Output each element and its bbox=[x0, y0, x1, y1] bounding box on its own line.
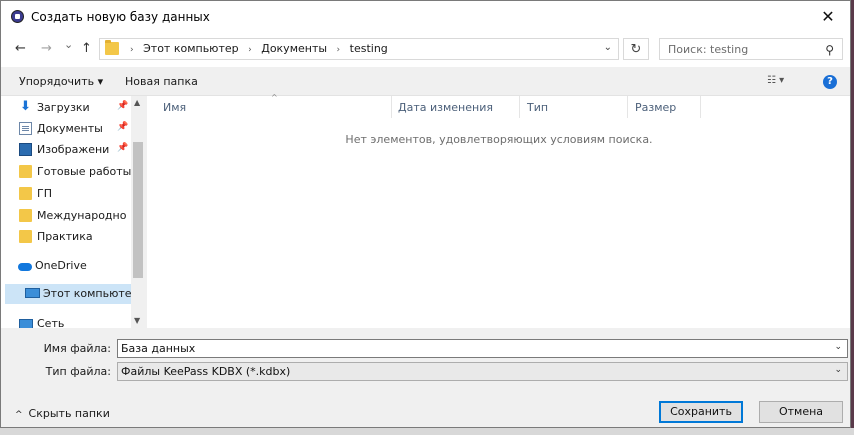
view-options-icon[interactable]: ☷ ▾ bbox=[767, 75, 784, 86]
sidebar-item-pictures[interactable]: Изображени 📌 bbox=[1, 140, 131, 160]
folder-icon bbox=[19, 230, 32, 243]
empty-list-message: Нет элементов, удовлетворяющих условиям … bbox=[345, 133, 653, 146]
breadcrumb-this-pc[interactable]: Этот компьютер bbox=[143, 42, 239, 55]
column-header-date-modified[interactable]: Дата изменения bbox=[398, 101, 493, 114]
forward-button[interactable]: → bbox=[41, 41, 52, 56]
sidebar-item-downloads[interactable]: ⬇ Загрузки 📌 bbox=[1, 98, 131, 118]
column-header-name[interactable]: Имя bbox=[163, 101, 186, 114]
chevron-up-icon: ^ bbox=[15, 410, 23, 420]
sidebar-item-label: ГП bbox=[37, 187, 52, 200]
search-box[interactable]: ⚲ bbox=[659, 38, 843, 60]
chevron-down-icon[interactable]: ⌄ bbox=[834, 365, 842, 375]
scroll-down-icon[interactable]: ▼ bbox=[134, 316, 140, 325]
column-divider[interactable] bbox=[391, 96, 392, 118]
network-icon bbox=[19, 319, 33, 328]
column-header-size[interactable]: Размер bbox=[635, 101, 676, 114]
search-icon[interactable]: ⚲ bbox=[825, 43, 834, 57]
pin-icon: 📌 bbox=[117, 143, 129, 153]
keepass-lock-icon bbox=[11, 10, 24, 23]
folder-icon bbox=[19, 187, 32, 200]
pin-icon: 📌 bbox=[117, 122, 129, 132]
filename-input[interactable] bbox=[121, 342, 811, 355]
navigation-pane: ⬇ Загрузки 📌 Документы 📌 Изображени 📌 Го… bbox=[1, 96, 145, 328]
navigation-pane-scrollbar[interactable]: ▲ ▼ bbox=[131, 96, 145, 328]
sidebar-item-label: Этот компьютер bbox=[43, 287, 131, 300]
chevron-right-icon: › bbox=[248, 45, 252, 55]
folder-icon bbox=[19, 165, 32, 178]
chevron-right-icon: › bbox=[130, 45, 134, 55]
search-input[interactable] bbox=[666, 42, 820, 57]
download-icon: ⬇ bbox=[20, 99, 31, 114]
chevron-down-icon[interactable]: ⌄ bbox=[834, 342, 842, 352]
filetype-select[interactable]: Файлы KeePass KDBX (*.kdbx) ⌄ bbox=[117, 362, 848, 381]
filename-label: Имя файла: bbox=[43, 342, 111, 355]
hide-folders-button[interactable]: ^ Скрыть папки bbox=[15, 407, 110, 420]
save-dialog: Создать новую базу данных ✕ ← → ⌄ ↑ › Эт… bbox=[0, 0, 851, 428]
sidebar-item-label: Международно bbox=[37, 209, 127, 222]
background-app-status bbox=[0, 428, 854, 435]
help-icon[interactable]: ? bbox=[823, 75, 837, 89]
sidebar-item-label: Изображени bbox=[37, 143, 110, 156]
sidebar-item-ready-works[interactable]: Готовые работы bbox=[1, 162, 131, 182]
sort-ascending-icon: ^ bbox=[271, 93, 278, 102]
back-button[interactable]: ← bbox=[15, 41, 26, 56]
close-button[interactable]: ✕ bbox=[806, 1, 850, 33]
scroll-up-icon[interactable]: ▲ bbox=[134, 98, 140, 107]
recent-locations-button[interactable]: ⌄ bbox=[64, 38, 73, 51]
hide-folders-label: Скрыть папки bbox=[28, 407, 110, 420]
sidebar-item-label: Готовые работы bbox=[37, 165, 131, 178]
column-divider[interactable] bbox=[700, 96, 701, 118]
sidebar-item-gp[interactable]: ГП bbox=[1, 184, 131, 204]
sidebar-item-documents[interactable]: Документы 📌 bbox=[1, 119, 131, 139]
filetype-value: Файлы KeePass KDBX (*.kdbx) bbox=[121, 365, 291, 378]
folder-icon bbox=[19, 209, 32, 222]
breadcrumb: › Этот компьютер › Документы › testing bbox=[124, 42, 388, 55]
sidebar-item-practice[interactable]: Практика bbox=[1, 227, 131, 247]
sidebar-item-onedrive[interactable]: OneDrive bbox=[1, 256, 131, 276]
sidebar-item-label: Документы bbox=[37, 122, 103, 135]
organize-menu-button[interactable]: Упорядочить ▾ bbox=[19, 75, 103, 88]
save-form: Имя файла: ⌄ Тип файла: Файлы KeePass KD… bbox=[1, 329, 850, 427]
up-button[interactable]: ↑ bbox=[81, 41, 92, 56]
sidebar-item-label: Загрузки bbox=[37, 101, 90, 114]
pin-icon: 📌 bbox=[117, 101, 129, 111]
filename-combobox[interactable]: ⌄ bbox=[117, 339, 848, 358]
command-bar: Упорядочить ▾ Новая папка ☷ ▾ ? bbox=[1, 67, 850, 96]
sidebar-item-network[interactable]: Сеть bbox=[1, 314, 131, 328]
address-history-chevron-down-icon[interactable]: ⌄ bbox=[604, 42, 612, 53]
computer-icon bbox=[25, 288, 40, 298]
sidebar-item-this-pc[interactable]: Этот компьютер bbox=[5, 284, 131, 304]
sidebar-item-international[interactable]: Международно bbox=[1, 206, 131, 226]
scrollbar-thumb[interactable] bbox=[133, 142, 143, 278]
column-header-type[interactable]: Тип bbox=[527, 101, 548, 114]
column-divider[interactable] bbox=[519, 96, 520, 118]
chevron-right-icon: › bbox=[336, 45, 341, 55]
window-title: Создать новую базу данных bbox=[31, 10, 210, 24]
file-list: ^ Имя Дата изменения Тип Размер Нет элем… bbox=[147, 93, 850, 328]
new-folder-button[interactable]: Новая папка bbox=[125, 75, 198, 88]
breadcrumb-testing[interactable]: testing bbox=[350, 42, 388, 55]
sidebar-item-label: OneDrive bbox=[35, 259, 87, 272]
pictures-icon bbox=[19, 143, 32, 156]
navigation-bar: ← → ⌄ ↑ › Этот компьютер › Документы › t… bbox=[1, 33, 850, 67]
documents-icon bbox=[19, 122, 32, 135]
save-button[interactable]: Сохранить bbox=[659, 401, 743, 423]
folder-icon bbox=[105, 40, 119, 55]
onedrive-icon bbox=[18, 263, 32, 271]
title-bar: Создать новую базу данных ✕ bbox=[1, 1, 850, 33]
sidebar-item-label: Сеть bbox=[37, 317, 65, 328]
sidebar-item-label: Практика bbox=[37, 230, 93, 243]
refresh-button[interactable]: ↻ bbox=[623, 38, 649, 60]
column-divider[interactable] bbox=[627, 96, 628, 118]
address-bar[interactable]: › Этот компьютер › Документы › testing ⌄ bbox=[99, 38, 619, 60]
breadcrumb-documents[interactable]: Документы bbox=[261, 42, 327, 55]
filetype-label: Тип файла: bbox=[45, 365, 111, 378]
cancel-button[interactable]: Отмена bbox=[759, 401, 843, 423]
